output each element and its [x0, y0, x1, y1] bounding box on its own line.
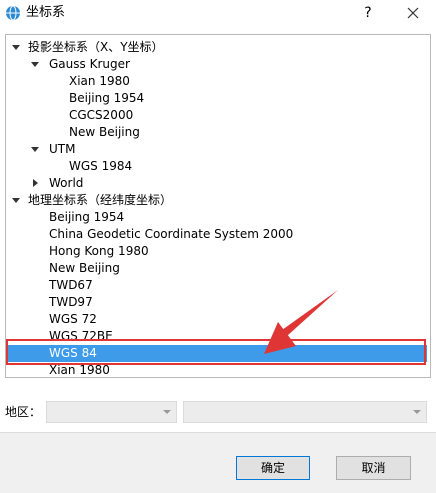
ok-button[interactable]: 确定: [236, 456, 310, 480]
tree-item-label: New Beijing: [69, 125, 140, 139]
region-combo-2[interactable]: [183, 401, 427, 423]
tree-item[interactable]: Xian 1980: [6, 73, 430, 90]
chevron-down-icon: [163, 410, 171, 414]
tree-item-label: Hong Kong 1980: [49, 244, 149, 258]
tree-item[interactable]: Hong Kong 1980: [6, 243, 430, 260]
tree-item[interactable]: TWD97: [6, 294, 430, 311]
expand-arrow-icon[interactable]: [12, 45, 20, 50]
tree-node-geographic[interactable]: 地理坐标系（经纬度坐标）: [6, 192, 430, 209]
tree-item[interactable]: China Geodetic Coordinate System 2000: [6, 226, 430, 243]
tree-item-label: TWD97: [49, 295, 93, 309]
close-button[interactable]: [400, 1, 426, 25]
title-bar: 坐标系 ?: [0, 0, 436, 26]
window-title: 坐标系: [26, 5, 66, 20]
tree-node-projected[interactable]: 投影坐标系（X、Y坐标）: [6, 39, 430, 56]
tree-item[interactable]: Beijing 1954: [6, 90, 430, 107]
region-combo-1[interactable]: [46, 401, 177, 423]
tree-node-world[interactable]: World: [6, 175, 430, 192]
close-icon: [407, 7, 419, 19]
tree-item[interactable]: WGS 72BE: [6, 328, 430, 345]
tree-item-label: Xian 1980: [69, 74, 130, 88]
tree-item-label: WGS 72BE: [49, 329, 113, 343]
tree-item-label: New Beijing: [49, 261, 120, 275]
tree-node-gauss-kruger[interactable]: Gauss Kruger: [6, 56, 430, 73]
tree-node-label: 投影坐标系（X、Y坐标）: [28, 40, 164, 54]
tree-item-label: Beijing 1954: [49, 210, 125, 224]
tree-item-selected[interactable]: WGS 84: [6, 345, 430, 362]
tree-item-label: WGS 72: [49, 312, 97, 326]
tree-item-label: WGS 84: [49, 346, 97, 360]
tree-item[interactable]: WGS 72: [6, 311, 430, 328]
tree-item[interactable]: Xian 1980: [6, 362, 430, 377]
tree-item-label: Xian 1980: [49, 363, 110, 377]
region-label: 地区：: [5, 405, 42, 419]
tree-item[interactable]: Beijing 1954: [6, 209, 430, 226]
tree-node-label: UTM: [49, 142, 76, 156]
tree-item[interactable]: CGCS2000: [6, 107, 430, 124]
chevron-down-icon: [413, 410, 421, 414]
tree-item-label: TWD67: [49, 278, 93, 292]
globe-icon: [6, 5, 20, 21]
cancel-button[interactable]: 取消: [336, 456, 411, 480]
expand-arrow-icon[interactable]: [31, 62, 39, 67]
help-button[interactable]: ?: [355, 1, 381, 25]
tree-node-label: 地理坐标系（经纬度坐标）: [28, 193, 173, 207]
tree-item-label: China Geodetic Coordinate System 2000: [49, 227, 294, 241]
tree-item-label: WGS 1984: [69, 159, 133, 173]
expand-arrow-icon[interactable]: [31, 147, 39, 152]
tree-item-label: Beijing 1954: [69, 91, 145, 105]
tree-item-label: CGCS2000: [69, 108, 134, 122]
coordinate-system-tree[interactable]: 投影坐标系（X、Y坐标） Gauss Kruger Xian 1980 Beij…: [5, 34, 431, 378]
collapse-arrow-icon[interactable]: [33, 179, 38, 187]
tree-item[interactable]: TWD67: [6, 277, 430, 294]
tree-node-utm[interactable]: UTM: [6, 141, 430, 158]
tree-item[interactable]: New Beijing: [6, 124, 430, 141]
tree-item[interactable]: New Beijing: [6, 260, 430, 277]
tree-node-label: Gauss Kruger: [49, 57, 130, 71]
expand-arrow-icon[interactable]: [12, 198, 20, 203]
tree-item[interactable]: WGS 1984: [6, 158, 430, 175]
tree-node-label: World: [49, 176, 84, 190]
